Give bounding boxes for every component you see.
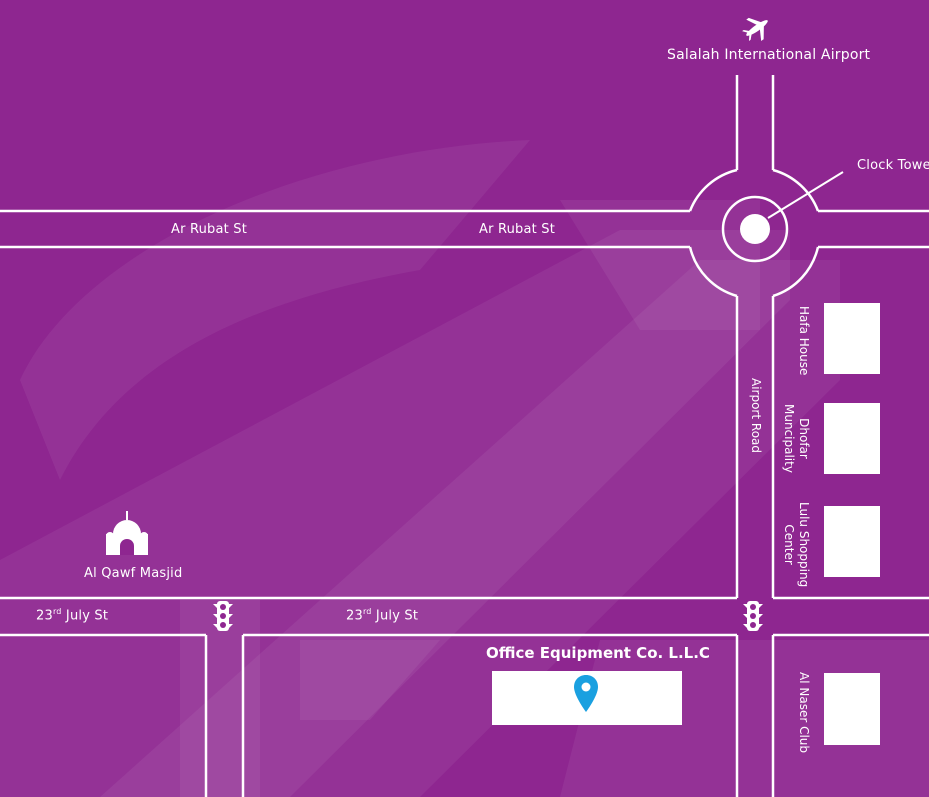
al-naser-club-label: Al Naser Club bbox=[797, 672, 811, 754]
airplane-icon bbox=[742, 17, 768, 41]
clock-tower-label: Clock Towe bbox=[857, 158, 929, 173]
traffic-light-icon bbox=[213, 601, 233, 631]
building-hafa-house[interactable] bbox=[824, 303, 880, 374]
ar-rubat-st-label-right: Ar Rubat St bbox=[479, 222, 556, 237]
map: Salalah International Airport Clock Towe… bbox=[0, 0, 929, 797]
dhofar-municipality-label: Dhofar Muncipality bbox=[782, 404, 811, 473]
july-st-label-right: 23rd July St bbox=[346, 607, 419, 624]
airport-label: Salalah International Airport bbox=[667, 47, 871, 63]
map-pin-icon[interactable] bbox=[573, 674, 599, 714]
ar-rubat-st-label-left: Ar Rubat St bbox=[171, 222, 248, 237]
building-al-naser-club[interactable] bbox=[824, 673, 880, 745]
hafa-house-label: Hafa House bbox=[797, 306, 811, 376]
map-canvas bbox=[0, 17, 929, 797]
office-title: Office Equipment Co. L.L.C bbox=[486, 644, 710, 662]
airport-road-label: Airport Road bbox=[749, 378, 763, 453]
july-st-label-left: 23rd July St bbox=[36, 607, 109, 624]
building-lulu-shopping-center[interactable] bbox=[824, 506, 880, 577]
building-dhofar-municipality[interactable] bbox=[824, 403, 880, 474]
clock-tower-marker[interactable] bbox=[740, 214, 770, 244]
traffic-light-icon bbox=[743, 601, 763, 631]
masjid-label: Al Qawf Masjid bbox=[84, 566, 183, 581]
lulu-shopping-center-label: Lulu Shopping Center bbox=[782, 502, 811, 588]
